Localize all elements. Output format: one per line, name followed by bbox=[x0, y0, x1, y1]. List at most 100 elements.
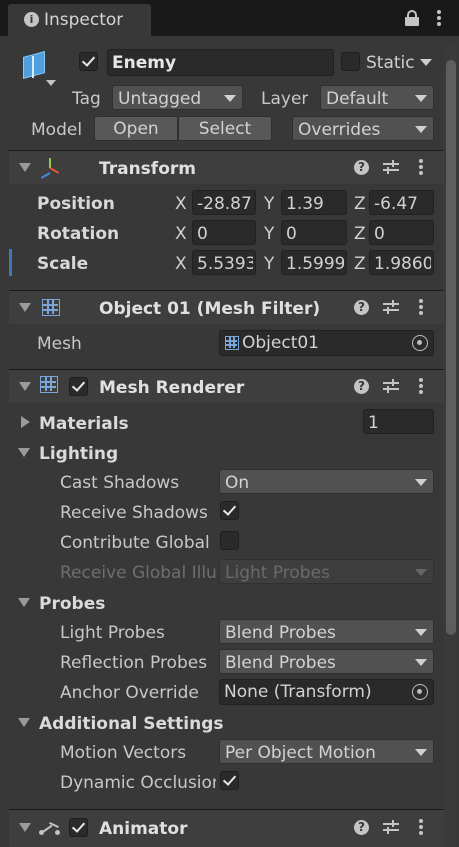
component-menu-icon[interactable] bbox=[419, 378, 423, 394]
presets-icon[interactable] bbox=[383, 378, 399, 394]
rotation-x-field[interactable]: 0 bbox=[192, 220, 256, 245]
chevron-down-icon bbox=[415, 629, 427, 636]
component-menu-icon[interactable] bbox=[419, 159, 423, 175]
motion-vectors-dropdown[interactable]: Per Object Motion bbox=[219, 739, 434, 764]
chevron-down-icon bbox=[415, 479, 427, 486]
additional-settings-foldout-icon[interactable] bbox=[18, 718, 30, 727]
probes-label[interactable]: Probes bbox=[39, 594, 105, 614]
foldout-arrow-icon[interactable] bbox=[19, 382, 31, 391]
position-y-field[interactable]: 1.39 bbox=[281, 190, 347, 215]
presets-icon[interactable] bbox=[383, 819, 399, 835]
rotation-label[interactable]: Rotation bbox=[37, 224, 119, 244]
scale-label[interactable]: Scale bbox=[37, 254, 88, 274]
help-icon[interactable]: ? bbox=[354, 379, 369, 394]
mesh-icon bbox=[225, 336, 239, 350]
scale-z-field[interactable]: 1.9860 bbox=[369, 250, 434, 275]
animator-enabled-checkbox[interactable] bbox=[69, 818, 88, 837]
object-picker-icon[interactable] bbox=[412, 335, 428, 351]
chevron-down-icon bbox=[415, 659, 427, 666]
axis-y-label[interactable]: Y bbox=[264, 194, 274, 214]
light-probes-dropdown[interactable]: Blend Probes bbox=[219, 619, 434, 644]
axis-y-label[interactable]: Y bbox=[264, 224, 274, 244]
object-picker-icon[interactable] bbox=[412, 684, 428, 700]
lighting-label[interactable]: Lighting bbox=[39, 444, 118, 464]
rotation-y-field[interactable]: 0 bbox=[281, 220, 347, 245]
object-name-field[interactable]: Enemy bbox=[107, 49, 334, 76]
mesh-renderer-enabled-checkbox[interactable] bbox=[69, 377, 88, 396]
axis-y-label[interactable]: Y bbox=[264, 254, 274, 274]
position-x-field[interactable]: -28.87 bbox=[192, 190, 256, 215]
transform-title: Transform bbox=[99, 159, 196, 179]
mesh-filter-title: Object 01 (Mesh Filter) bbox=[99, 299, 321, 319]
help-icon[interactable]: ? bbox=[354, 300, 369, 315]
active-checkbox[interactable] bbox=[79, 52, 98, 71]
open-button[interactable]: Open bbox=[94, 116, 178, 141]
axis-z-label[interactable]: Z bbox=[354, 224, 366, 244]
probes-foldout-icon[interactable] bbox=[18, 598, 30, 607]
static-checkbox[interactable] bbox=[341, 52, 360, 71]
reflection-probes-label: Reflection Probes bbox=[60, 653, 208, 673]
materials-count-field[interactable]: 1 bbox=[363, 409, 434, 434]
axis-x-label[interactable]: X bbox=[175, 254, 187, 274]
axis-x-label[interactable]: X bbox=[175, 194, 187, 214]
object-name: Enemy bbox=[112, 53, 177, 73]
motion-vectors-label: Motion Vectors bbox=[60, 743, 187, 763]
animator-icon bbox=[39, 818, 61, 838]
scrollbar-thumb[interactable] bbox=[446, 60, 456, 635]
receive-shadows-checkbox[interactable] bbox=[220, 501, 239, 520]
contribute-gi-checkbox[interactable] bbox=[220, 531, 239, 550]
presets-icon[interactable] bbox=[383, 299, 399, 315]
materials-foldout-icon[interactable] bbox=[21, 416, 30, 428]
static-label[interactable]: Static bbox=[366, 53, 415, 73]
receive-shadows-label: Receive Shadows bbox=[60, 503, 208, 523]
transform-row-position: Position X -28.87 Y 1.39 Z -6.47 bbox=[0, 188, 440, 218]
axis-z-label[interactable]: Z bbox=[354, 194, 366, 214]
static-dropdown-arrow-icon[interactable] bbox=[420, 59, 432, 66]
contribute-gi-label: Contribute Global bbox=[60, 533, 210, 553]
select-button[interactable]: Select bbox=[178, 116, 272, 141]
light-probes-label: Light Probes bbox=[60, 623, 165, 643]
chevron-down-icon bbox=[415, 95, 427, 102]
mesh-object-field[interactable]: Object01 bbox=[219, 330, 434, 356]
lock-icon[interactable] bbox=[405, 10, 419, 26]
materials-label[interactable]: Materials bbox=[39, 414, 129, 434]
axis-z-label[interactable]: Z bbox=[354, 254, 366, 274]
cast-shadows-label: Cast Shadows bbox=[60, 473, 180, 493]
reflection-probes-dropdown[interactable]: Blend Probes bbox=[219, 649, 434, 674]
presets-icon[interactable] bbox=[383, 159, 399, 175]
tab-menu-icon[interactable] bbox=[437, 10, 441, 26]
help-icon[interactable]: ? bbox=[354, 160, 369, 175]
scale-x-field[interactable]: 5.5393 bbox=[192, 250, 256, 275]
help-icon[interactable]: ? bbox=[354, 820, 369, 835]
component-menu-icon[interactable] bbox=[419, 819, 423, 835]
axis-x-label[interactable]: X bbox=[175, 224, 187, 244]
transform-header[interactable]: Transform ? bbox=[9, 150, 444, 184]
position-z-field[interactable]: -6.47 bbox=[369, 190, 434, 215]
overrides-dropdown[interactable]: Overrides bbox=[292, 116, 434, 141]
transform-row-scale: Scale X 5.5393 Y 1.5999 Z 1.9860 bbox=[0, 248, 440, 278]
mesh-label[interactable]: Mesh bbox=[37, 334, 82, 354]
scale-y-field[interactable]: 1.5999 bbox=[281, 250, 347, 275]
modified-indicator bbox=[9, 249, 12, 276]
component-menu-icon[interactable] bbox=[419, 299, 423, 315]
additional-settings-label[interactable]: Additional Settings bbox=[39, 714, 224, 734]
anchor-override-field[interactable]: None (Transform) bbox=[219, 679, 434, 705]
foldout-arrow-icon[interactable] bbox=[19, 303, 31, 312]
rotation-z-field[interactable]: 0 bbox=[369, 220, 434, 245]
tab-inspector[interactable]: i Inspector bbox=[8, 4, 151, 36]
tag-dropdown[interactable]: Untagged bbox=[112, 85, 243, 110]
mesh-filter-header[interactable]: Object 01 (Mesh Filter) ? bbox=[9, 290, 444, 324]
layer-dropdown[interactable]: Default bbox=[320, 85, 434, 110]
foldout-arrow-icon[interactable] bbox=[19, 163, 31, 172]
mesh-renderer-header[interactable]: Mesh Renderer ? bbox=[9, 369, 444, 403]
position-label[interactable]: Position bbox=[37, 194, 115, 214]
mesh-value: Object01 bbox=[242, 335, 319, 352]
dynamic-occlusion-checkbox[interactable] bbox=[220, 771, 239, 790]
layer-label: Layer bbox=[261, 89, 309, 109]
chevron-down-icon bbox=[415, 126, 427, 133]
cast-shadows-dropdown[interactable]: On bbox=[219, 469, 434, 494]
animator-header[interactable]: Animator ? bbox=[9, 809, 444, 847]
lighting-foldout-icon[interactable] bbox=[18, 448, 30, 457]
foldout-arrow-icon[interactable] bbox=[19, 823, 31, 832]
gameobject-icon[interactable] bbox=[20, 50, 56, 86]
